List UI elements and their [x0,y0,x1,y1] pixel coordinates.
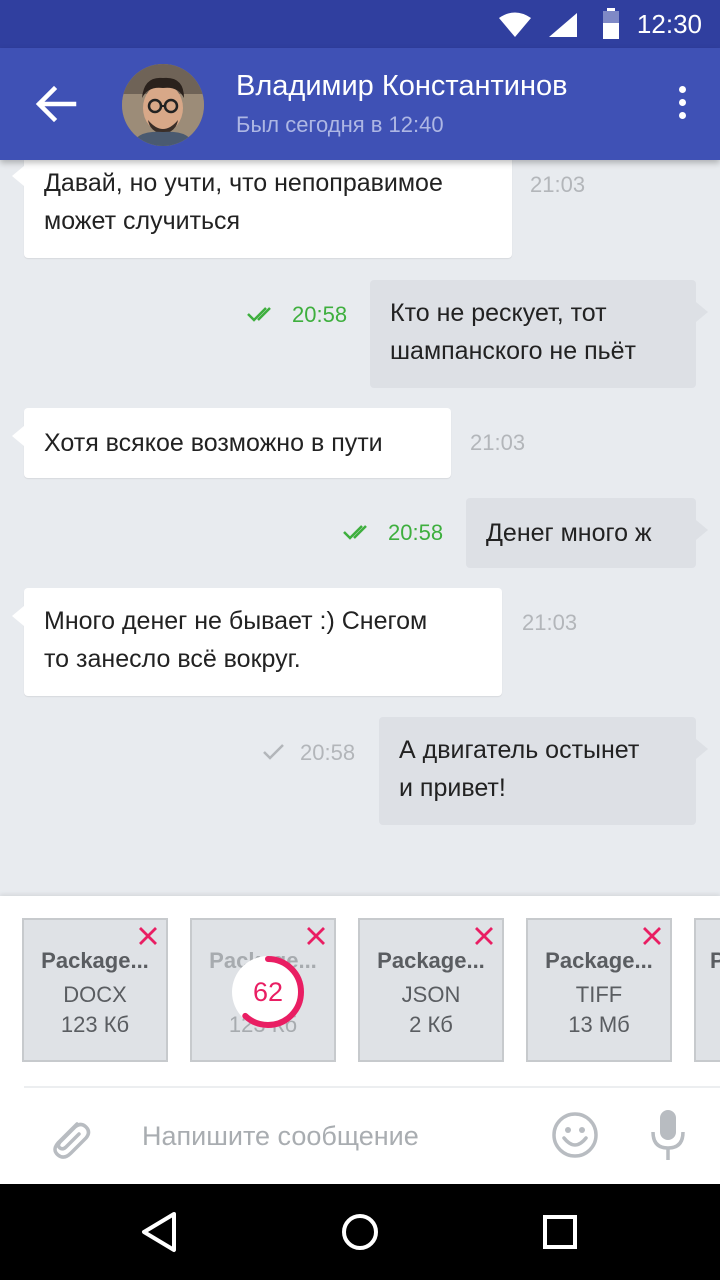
attachment-type: DOCX [63,982,127,1007]
cellular-signal-icon [549,13,577,37]
home-circle-icon[interactable] [334,1206,386,1258]
message-input[interactable] [140,1110,534,1162]
contact-last-seen: Был сегодня в 12:40 [236,112,444,137]
message-time: 21:03 [522,610,578,635]
divider [24,1086,720,1088]
contact-name[interactable]: Владимир Константинов [236,70,568,103]
attachment-card[interactable]: Package... TIFF 13 Мб [526,918,672,1062]
message-text: Много денег не бывает :) Снегом [44,607,428,635]
attachment-card-partial[interactable]: P [694,918,720,1062]
battery-icon [603,8,619,39]
paperclip-icon[interactable] [44,1112,94,1162]
attachment-type: JSON [401,982,461,1007]
recents-square-icon[interactable] [534,1206,586,1258]
message-text: и привет! [399,774,506,802]
message-time: 21:03 [470,430,526,455]
microphone-icon[interactable] [648,1108,688,1162]
double-check-icon [247,307,271,322]
message-text: то занесло всё вокруг. [44,645,301,673]
close-icon[interactable] [472,924,496,948]
message-time: 21:03 [530,172,586,197]
message-text: Кто не рескует, тот [390,299,607,327]
message-time: 20:58 [300,740,356,765]
wifi-icon [499,12,531,37]
attachment-card[interactable]: Package... DOCX 123 Кб [22,918,168,1062]
chat-header: Владимир Константинов Был сегодня в 12:4… [0,48,720,160]
message-time: 20:58 [292,302,348,327]
attachment-name: Package... [545,948,653,973]
message-incoming[interactable]: Давай, но учти, что непоправимое может с… [12,160,512,258]
check-icon [263,744,284,760]
message-incoming[interactable]: Хотя всякое возможно в пути [12,408,451,478]
double-check-icon [343,525,367,540]
status-bar: 12:30 [0,0,720,48]
arrow-left-icon[interactable] [30,82,80,126]
attachment-size: 2 Кб [409,1012,453,1037]
attachment-name: P [710,948,720,974]
message-text: может случиться [44,207,241,235]
back-triangle-icon[interactable] [134,1206,186,1258]
close-icon[interactable] [304,924,328,948]
system-navigation-bar [0,1184,720,1280]
attachment-card-uploading[interactable]: Package... 123 Кб 62 [190,918,336,1062]
status-time: 12:30 [636,9,702,39]
attachment-name: Package... [377,948,485,973]
message-text: А двигатель остынет [399,736,640,764]
message-incoming[interactable]: Много денег не бывает :) Снегом то занес… [12,588,502,696]
message-text: Денег много ж [486,519,652,547]
attachment-size: 123 Кб [60,1012,130,1037]
composer-panel: Package... DOCX 123 Кб Package... 123 Кб… [0,896,720,1184]
attachment-size: 13 Мб [568,1012,630,1037]
close-icon[interactable] [640,924,664,948]
message-list[interactable]: Давай, но учти, что непоправимое может с… [0,160,720,896]
attachment-type: TIFF [575,982,623,1007]
message-outgoing[interactable]: А двигатель остынет и привет! [379,717,708,825]
more-vert-icon[interactable] [672,86,692,126]
avatar[interactable] [122,64,204,146]
message-text: Хотя всякое возможно в пути [44,429,383,457]
message-outgoing[interactable]: Денег много ж [466,498,708,568]
close-icon[interactable] [136,924,160,948]
message-text: шампанского не пьёт [390,337,637,365]
attachment-card[interactable]: Package... JSON 2 Кб [358,918,504,1062]
smiley-icon[interactable] [550,1110,600,1160]
attachment-name: Package... [41,948,149,973]
upload-progress-value: 62 [252,977,284,1007]
message-time: 20:58 [388,520,444,545]
message-text: Давай, но учти, что непоправимое [44,169,443,197]
message-outgoing[interactable]: Кто не рескует, тот шампанского не пьёт [370,280,708,388]
